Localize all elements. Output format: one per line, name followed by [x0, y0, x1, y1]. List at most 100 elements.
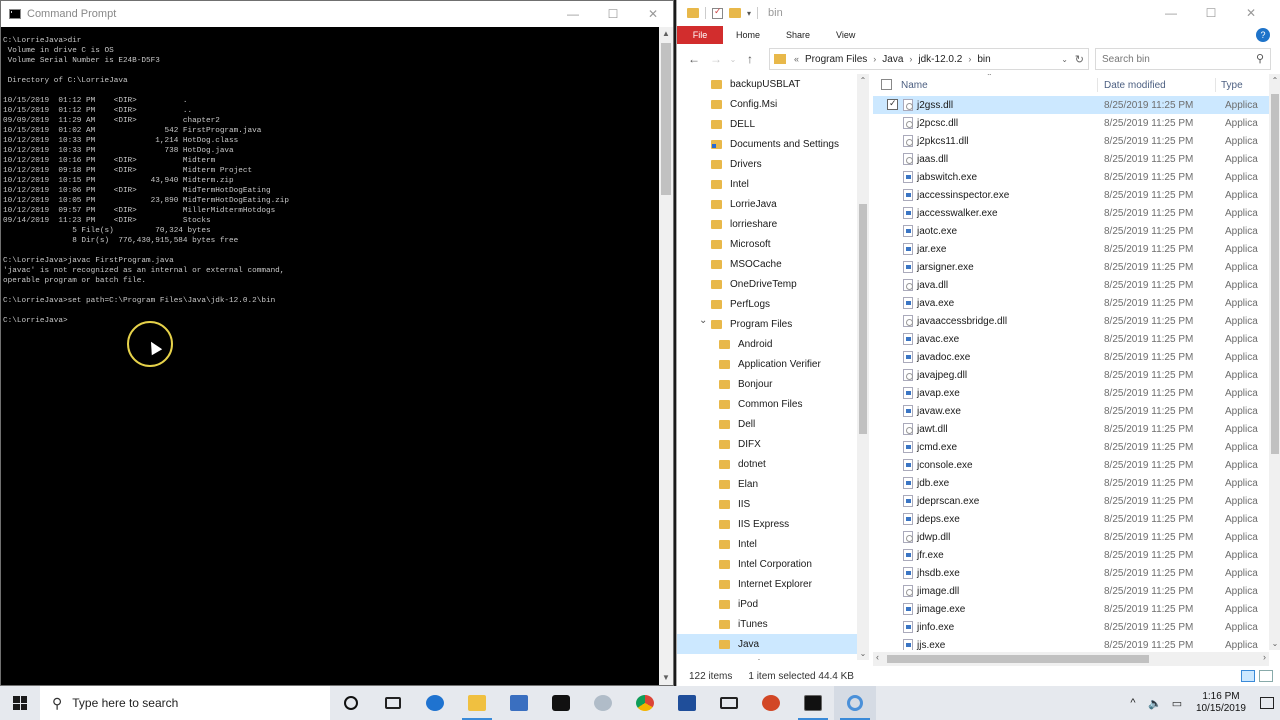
forward-arrow-icon[interactable]: → [705, 52, 727, 66]
store-taskbar-button[interactable] [498, 686, 540, 720]
cmd-titlebar[interactable]: Command Prompt — ☐ ✕ [1, 1, 673, 27]
nav-item[interactable]: lorrieshare [677, 214, 869, 234]
explorer-titlebar[interactable]: ▾ bin — ☐ ✕ [677, 0, 1280, 26]
scroll-thumb[interactable] [887, 655, 1149, 663]
customize-dropdown-icon[interactable]: ▾ [747, 9, 751, 18]
back-arrow-icon[interactable]: ← [683, 52, 705, 66]
scroll-right-arrow-icon[interactable]: › [1263, 652, 1266, 662]
search-input[interactable]: Search bin ⚲ [1095, 48, 1271, 70]
column-date-modified[interactable]: Date modified [1104, 80, 1166, 91]
nav-item[interactable]: Internet Explorer [677, 574, 869, 594]
nav-item[interactable]: Microsoft [677, 234, 869, 254]
scroll-left-arrow-icon[interactable]: ‹ [876, 652, 879, 662]
properties-icon[interactable] [712, 6, 723, 19]
tab-view[interactable]: View [823, 26, 868, 44]
file-row[interactable]: jhsdb.exe 8/25/2019 11:25 PM Applica [873, 564, 1269, 582]
file-row[interactable]: jinfo.exe 8/25/2019 11:25 PM Applica [873, 618, 1269, 636]
nav-item[interactable]: Android [677, 334, 869, 354]
row-checkbox[interactable] [887, 98, 898, 110]
tab-home[interactable]: Home [723, 26, 773, 44]
nav-item[interactable]: Config.Msi [677, 94, 869, 114]
navigation-pane[interactable]: backupUSBLAT Config.Msi DELL Documents and … [677, 74, 869, 660]
address-bar[interactable]: « Program Files › Java › jdk-12.0.2 › bi… [769, 48, 1089, 70]
file-row[interactable]: jawt.dll 8/25/2019 11:25 PM Applica [873, 420, 1269, 438]
minimize-button[interactable]: — [553, 1, 593, 27]
outlook-taskbar-button[interactable] [666, 686, 708, 720]
file-row[interactable]: javaw.exe 8/25/2019 11:25 PM Applica [873, 402, 1269, 420]
select-all-checkbox[interactable] [881, 79, 892, 90]
file-row[interactable]: jdwp.dll 8/25/2019 11:25 PM Applica [873, 528, 1269, 546]
nav-item[interactable]: Intel Corporation [677, 554, 869, 574]
nav-item[interactable]: IIS Express [677, 514, 869, 534]
file-row[interactable]: jdeps.exe 8/25/2019 11:25 PM Applica [873, 510, 1269, 528]
large-icons-view-icon[interactable] [1259, 670, 1273, 682]
breadcrumb-bin[interactable]: bin [977, 54, 990, 65]
file-row[interactable]: jimage.exe 8/25/2019 11:25 PM Applica [873, 600, 1269, 618]
file-row[interactable]: j2gss.dll 8/25/2019 11:25 PM Applica [873, 96, 1269, 114]
file-row[interactable]: jaccessinspector.exe 8/25/2019 11:25 PM Ap… [873, 186, 1269, 204]
file-row[interactable]: jar.exe 8/25/2019 11:25 PM Applica [873, 240, 1269, 258]
maximize-button[interactable]: ☐ [1191, 0, 1231, 26]
file-row[interactable]: javac.exe 8/25/2019 11:25 PM Applica [873, 330, 1269, 348]
file-row[interactable]: j2pcsc.dll 8/25/2019 11:25 PM Applica [873, 114, 1269, 132]
mail-taskbar-button[interactable] [708, 686, 750, 720]
cmd-console[interactable]: C:\LorrieJava>dir Volume in drive C is O… [1, 27, 659, 685]
file-row[interactable]: jfr.exe 8/25/2019 11:25 PM Applica [873, 546, 1269, 564]
cmd-scrollbar[interactable]: ▲ ▼ [659, 27, 673, 685]
recorder-taskbar-button[interactable] [834, 686, 876, 720]
file-row[interactable]: jaccesswalker.exe 8/25/2019 11:25 PM Appli… [873, 204, 1269, 222]
file-row[interactable]: jdb.exe 8/25/2019 11:25 PM Applica [873, 474, 1269, 492]
file-row[interactable]: jaotc.exe 8/25/2019 11:25 PM Applica [873, 222, 1269, 240]
app-taskbar-button[interactable] [582, 686, 624, 720]
maximize-button[interactable]: ☐ [593, 1, 633, 27]
task-view-button[interactable] [372, 686, 414, 720]
file-row[interactable]: javap.exe 8/25/2019 11:25 PM Applica [873, 384, 1269, 402]
chevron-up-icon[interactable]: ^ [1122, 697, 1144, 709]
file-row[interactable]: jaas.dll 8/25/2019 11:25 PM Applica [873, 150, 1269, 168]
scroll-up-arrow-icon[interactable]: ⌃ [857, 76, 869, 85]
nav-item[interactable]: Java [677, 634, 869, 654]
close-button[interactable]: ✕ [1231, 0, 1271, 26]
tab-file[interactable]: File [677, 26, 723, 44]
file-row[interactable]: jcmd.exe 8/25/2019 11:25 PM Applica [873, 438, 1269, 456]
scroll-thumb[interactable] [859, 204, 867, 434]
nav-item[interactable]: PerfLogs [677, 294, 869, 314]
tab-share[interactable]: Share [773, 26, 823, 44]
nav-item[interactable]: Drivers [677, 154, 869, 174]
taskbar-search-box[interactable]: ⚲ Type here to search [40, 686, 330, 720]
scroll-down-arrow-icon[interactable]: ▼ [659, 671, 673, 685]
amazon-taskbar-button[interactable] [540, 686, 582, 720]
address-dropdown-icon[interactable]: ⌄ [1061, 55, 1068, 64]
file-list-scrollbar[interactable]: ⌃ ⌄ [1269, 74, 1280, 650]
scroll-down-arrow-icon[interactable]: ⌄ [857, 649, 869, 658]
nav-item[interactable]: OneDriveTemp [677, 274, 869, 294]
cmd-taskbar-button[interactable] [792, 686, 834, 720]
file-explorer-window[interactable]: ▾ bin — ☐ ✕ File Home Share View ? ← → ⌄… [676, 0, 1280, 686]
chevron-right-icon[interactable]: › [968, 54, 971, 64]
command-prompt-window[interactable]: Command Prompt — ☐ ✕ C:\LorrieJava>dir V… [0, 0, 674, 686]
nav-item[interactable]: Documents and Settings [677, 134, 869, 154]
help-icon[interactable]: ? [1256, 28, 1270, 42]
file-explorer-taskbar-button[interactable] [456, 686, 498, 720]
recent-locations-icon[interactable]: ⌄ [727, 55, 739, 64]
nav-scrollbar[interactable]: ⌃ ⌄ [857, 74, 869, 660]
file-row[interactable]: jarsigner.exe 8/25/2019 11:25 PM Applica [873, 258, 1269, 276]
file-row[interactable]: javadoc.exe 8/25/2019 11:25 PM Applica [873, 348, 1269, 366]
breadcrumb-java[interactable]: Java [882, 54, 903, 65]
nav-item[interactable]: LorrieJava [677, 194, 869, 214]
scroll-up-arrow-icon[interactable]: ⌃ [1269, 76, 1280, 85]
file-row[interactable]: java.exe 8/25/2019 11:25 PM Applica [873, 294, 1269, 312]
file-row[interactable]: jabswitch.exe 8/25/2019 11:25 PM Applica [873, 168, 1269, 186]
powerpoint-taskbar-button[interactable] [750, 686, 792, 720]
scroll-down-arrow-icon[interactable]: ⌄ [1269, 639, 1280, 648]
nav-item[interactable]: dotnet [677, 454, 869, 474]
file-row[interactable]: jdeprscan.exe 8/25/2019 11:25 PM Applica [873, 492, 1269, 510]
chevron-right-icon[interactable]: › [909, 54, 912, 64]
up-arrow-icon[interactable]: ↑ [739, 52, 761, 66]
nav-item[interactable]: iPod [677, 594, 869, 614]
file-list[interactable]: ⌃ Name Date modified Type j2gss.dll 8/25/… [873, 74, 1269, 650]
nav-item[interactable]: mcafee [677, 654, 869, 660]
scroll-up-arrow-icon[interactable]: ▲ [659, 27, 673, 41]
file-row[interactable]: jimage.dll 8/25/2019 11:25 PM Applica [873, 582, 1269, 600]
nav-item[interactable]: MSOCache [677, 254, 869, 274]
